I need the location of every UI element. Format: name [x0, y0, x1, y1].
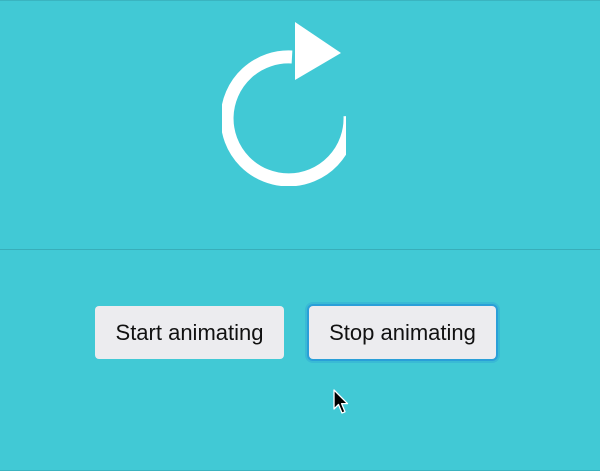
- refresh-icon: [222, 22, 346, 186]
- controls-panel: Start animating Stop animating: [0, 250, 600, 471]
- stop-animating-button[interactable]: Stop animating: [309, 306, 496, 359]
- animation-panel: [0, 0, 600, 249]
- start-animating-button[interactable]: Start animating: [95, 306, 284, 359]
- arrow-cursor-icon: [333, 389, 349, 414]
